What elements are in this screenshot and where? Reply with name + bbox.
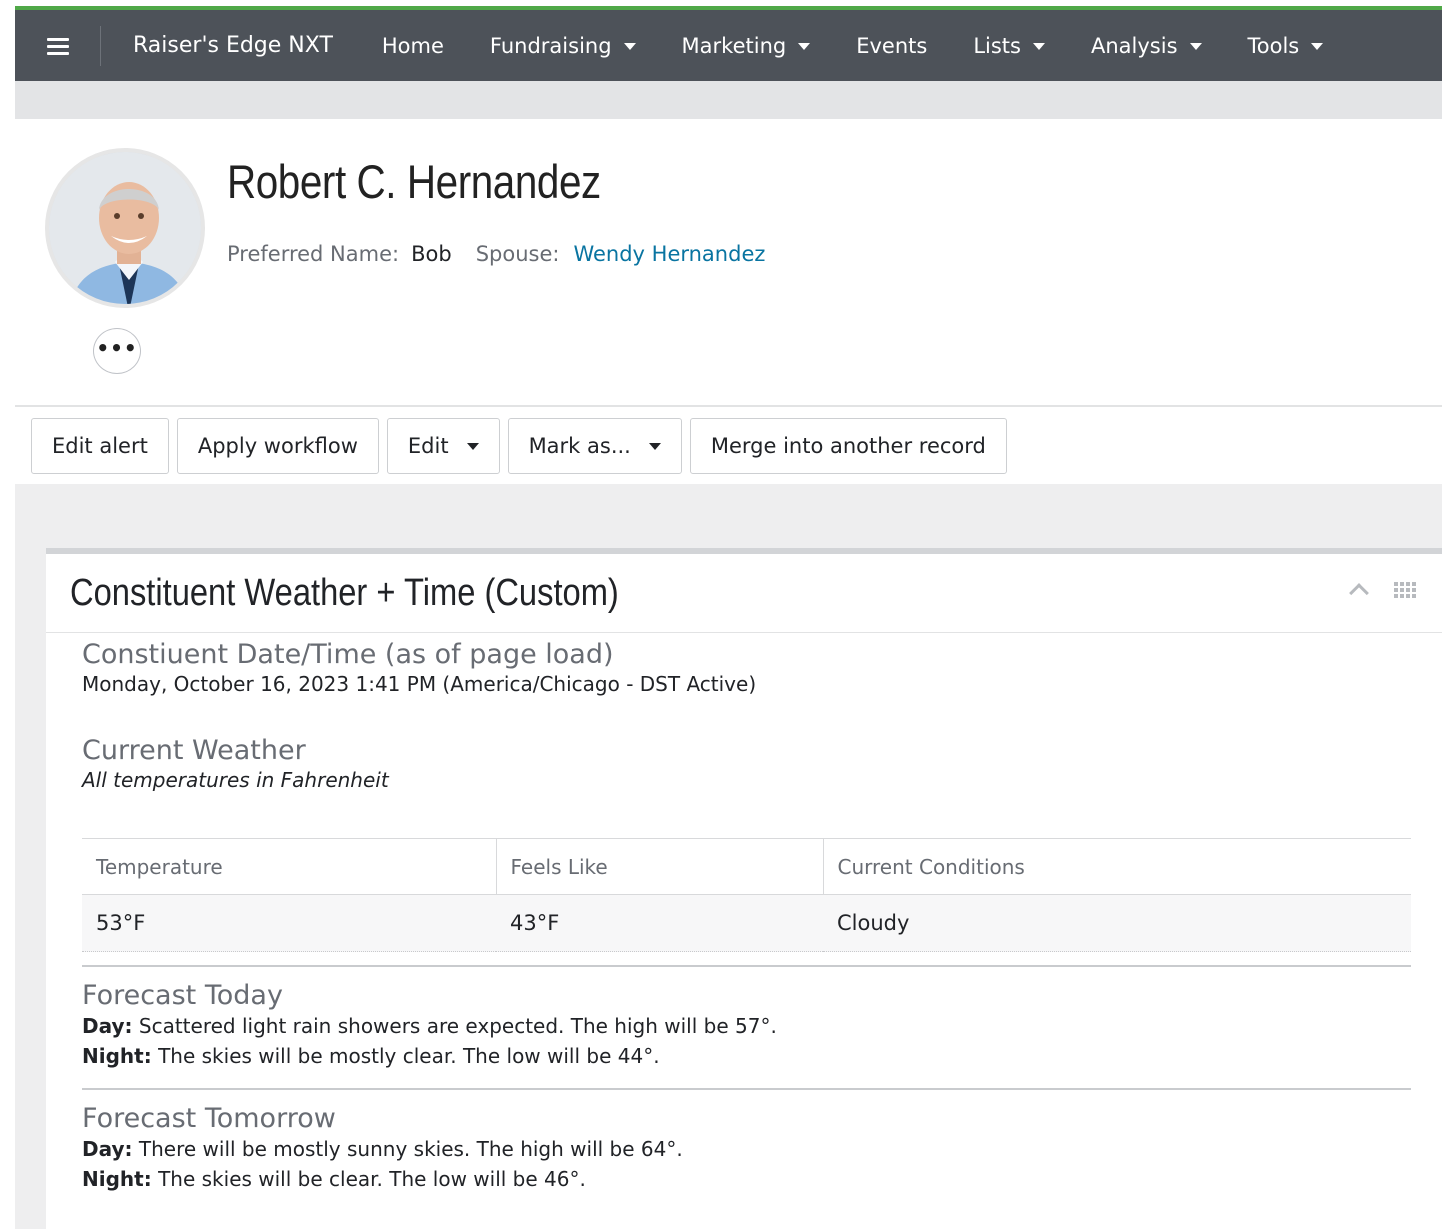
edit-alert-button[interactable]: Edit alert [31,418,169,474]
night-text: The skies will be clear. The low will be… [151,1167,586,1191]
mark-as-label: Mark as... [528,434,631,458]
record-meta: Preferred Name: Bob Spouse: Wendy Hernan… [227,242,765,266]
nav-marketing-label: Marketing [681,33,787,58]
forecast-today-night: Night: The skies will be mostly clear. T… [82,1041,777,1071]
nav-home[interactable]: Home [359,34,467,58]
hamburger-icon [46,37,69,55]
night-label: Night: [82,1044,152,1068]
ellipsis-icon: ••• [96,336,138,360]
top-nav: Raiser's Edge NXT Home Fundraising Marke… [15,6,1442,81]
nav-lists[interactable]: Lists [950,34,1068,58]
nav-fundraising[interactable]: Fundraising [467,34,659,58]
column-header-conditions: Current Conditions [822,838,1411,895]
nav-tools-label: Tools [1247,33,1300,58]
more-actions-button[interactable]: ••• [93,328,141,374]
edit-dropdown-button[interactable]: Edit [386,418,500,474]
apply-workflow-label: Apply workflow [197,434,358,458]
nav-events[interactable]: Events [833,34,950,58]
caret-down-icon [1189,43,1202,50]
caret-down-icon [798,43,811,50]
day-label: Day: [82,1137,133,1161]
datetime-heading: Constiuent Date/Time (as of page load) [82,639,614,670]
caret-down-icon [648,442,661,450]
day-text: Scattered light rain showers are expecte… [132,1014,777,1038]
nav-fundraising-label: Fundraising [489,33,612,58]
preferred-name-label: Preferred Name: [227,242,400,266]
datetime-value: Monday, October 16, 2023 1:41 PM (Americ… [82,672,757,696]
tile-header: Constituent Weather + Time (Custom) [46,554,1442,633]
forecast-tomorrow-heading: Forecast Tomorrow [82,1103,336,1134]
forecast-tomorrow-day: Day: There will be mostly sunny skies. T… [82,1134,683,1164]
caret-down-icon [466,442,479,450]
conditions-cell: Cloudy [823,894,1411,952]
column-header-feels-like: Feels Like [495,838,823,895]
caret-down-icon [1032,43,1045,50]
caret-down-icon [623,43,636,50]
nav-tools[interactable]: Tools [1225,34,1347,58]
spouse-label: Spouse: [475,242,560,266]
brand-name[interactable]: Raiser's Edge NXT [101,33,359,58]
drag-handle-icon[interactable] [1394,582,1416,600]
night-text: The skies will be mostly clear. The low … [151,1044,660,1068]
profile-photo-icon [49,152,201,304]
merge-label: Merge into another record [710,434,986,458]
table-header-row: Temperature Feels Like Current Condition… [82,838,1411,895]
spouse-link[interactable]: Wendy Hernandez [573,242,765,266]
nav-analysis-label: Analysis [1090,33,1178,58]
edit-alert-label: Edit alert [52,434,148,458]
nav-home-label: Home [381,33,444,58]
record-toolbar: Edit alert Apply workflow Edit Mark as..… [31,418,1007,474]
section-divider [82,1088,1411,1090]
forecast-tomorrow-night: Night: The skies will be clear. The low … [82,1164,683,1194]
preferred-name-value: Bob [411,242,452,266]
tile-title: Constituent Weather + Time (Custom) [70,572,619,614]
table-row: 53°F 43°F Cloudy [82,894,1411,952]
forecast-today-section: Forecast Today Day: Scattered light rain… [82,980,777,1071]
current-weather-section: Current Weather All temperatures in Fahr… [82,735,1412,792]
forecast-today-day: Day: Scattered light rain showers are ex… [82,1011,777,1041]
edit-label: Edit [407,434,449,458]
feels-like-cell: 43°F [496,894,823,952]
datetime-section: Constiuent Date/Time (as of page load) M… [82,639,1412,696]
divider [15,405,1442,407]
weather-table: Temperature Feels Like Current Condition… [82,838,1411,952]
collapse-chevron-icon[interactable] [1349,583,1369,603]
mark-as-dropdown-button[interactable]: Mark as... [507,418,682,474]
day-text: There will be mostly sunny skies. The hi… [132,1137,683,1161]
forecast-today-heading: Forecast Today [82,980,283,1011]
forecast-tomorrow-section: Forecast Tomorrow Day: There will be mos… [82,1103,683,1194]
temperature-note: All temperatures in Fahrenheit [82,768,389,792]
day-label: Day: [82,1014,133,1038]
column-header-temperature: Temperature [82,838,496,895]
night-label: Night: [82,1167,152,1191]
weather-tile: Constituent Weather + Time (Custom) Cons… [46,548,1442,1229]
temperature-cell: 53°F [82,894,496,952]
nav-marketing[interactable]: Marketing [659,34,834,58]
nav-analysis[interactable]: Analysis [1068,34,1225,58]
page-title: Robert C. Hernandez [227,155,601,208]
sub-bar [15,81,1442,119]
section-divider [82,965,1411,967]
merge-record-button[interactable]: Merge into another record [689,418,1007,474]
app-frame: Raiser's Edge NXT Home Fundraising Marke… [15,6,1442,1229]
avatar [45,148,205,308]
nav-lists-label: Lists [973,33,1021,58]
menu-button[interactable] [15,10,100,81]
caret-down-icon [1311,43,1324,50]
apply-workflow-button[interactable]: Apply workflow [176,418,379,474]
nav-events-label: Events [856,33,928,58]
current-weather-heading: Current Weather [82,735,306,766]
